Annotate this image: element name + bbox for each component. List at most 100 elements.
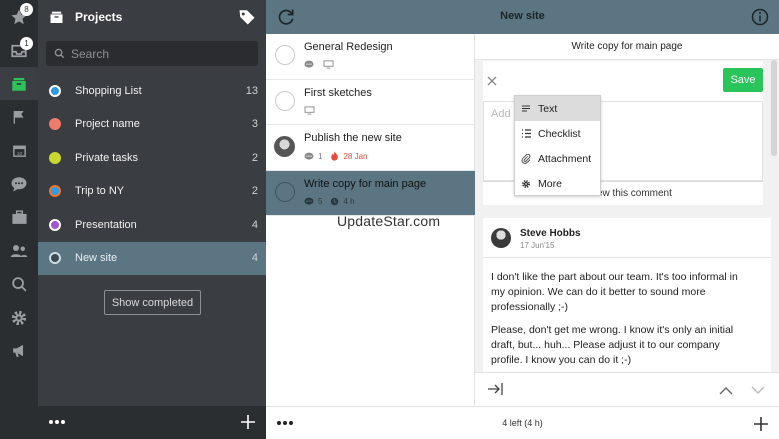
rail-search[interactable] <box>0 268 38 301</box>
text-lines-icon <box>521 105 531 112</box>
menu-item-label: Text <box>538 102 558 115</box>
task-meta: 5 4 h <box>304 197 355 206</box>
task-item-first-sketches[interactable]: First sketches <box>266 80 475 125</box>
assignee-avatar <box>274 136 295 157</box>
rail-projects[interactable] <box>0 67 38 100</box>
insert-menu: Text Checklist Attachment More <box>514 95 601 196</box>
detail-scrollbar[interactable] <box>771 60 777 156</box>
comment-author: Steve Hobbs <box>520 228 581 239</box>
menu-item-label: Checklist <box>538 127 581 140</box>
project-search[interactable] <box>46 41 258 66</box>
previous-task-button[interactable] <box>719 384 733 398</box>
project-item-presentation[interactable]: Presentation 4 <box>38 208 266 242</box>
paperclip-icon <box>521 153 531 164</box>
top-bar: New site <box>266 0 779 34</box>
close-editor-button[interactable] <box>487 75 497 89</box>
rail-work[interactable] <box>0 201 38 234</box>
menu-item-text[interactable]: Text <box>515 96 600 121</box>
project-count: 4 <box>251 218 258 231</box>
task-item-general-redesign[interactable]: General Redesign <box>266 34 475 80</box>
projects-header: Projects <box>38 0 266 34</box>
search-input[interactable] <box>71 46 241 61</box>
projects-title: Projects <box>75 10 123 24</box>
menu-item-label: More <box>538 177 562 190</box>
task-item-write-copy[interactable]: Write copy for main page 5 4 h <box>266 170 475 216</box>
task-checkbox[interactable] <box>275 181 295 202</box>
comment-body: I don't like the part about our team. It… <box>491 270 753 376</box>
comment-paragraph: Please, don't get me wrong. I know it's … <box>491 324 734 366</box>
due-date: 28 Jan <box>343 151 368 161</box>
people-icon <box>10 244 28 257</box>
task-title: Write copy for main page <box>304 177 427 190</box>
comment-icon <box>304 60 314 68</box>
checklist-icon <box>521 129 531 138</box>
show-completed-button[interactable]: Show completed <box>104 290 201 315</box>
info-button[interactable] <box>751 8 769 29</box>
nav-rail: 8 1 10 <box>0 0 38 439</box>
add-task-button[interactable] <box>753 416 769 435</box>
collapse-panel-button[interactable] <box>487 382 504 399</box>
projects-panel: Projects Shopping List 13 Project name 3… <box>38 0 266 439</box>
duration: 4 h <box>343 196 355 206</box>
comment-icon <box>304 197 314 205</box>
project-count: 4 <box>251 252 258 265</box>
divider <box>483 257 771 258</box>
rail-inbox[interactable]: 1 <box>0 34 38 67</box>
page-title: New site <box>500 10 545 22</box>
rail-calendar[interactable]: 10 <box>0 134 38 167</box>
clock-icon <box>331 197 339 205</box>
menu-item-more[interactable]: More <box>515 171 600 196</box>
projects-icon <box>12 77 26 91</box>
project-item-trip-to-ny[interactable]: Trip to NY 2 <box>38 175 266 209</box>
watermark-text: UpdateStar.com <box>337 213 441 229</box>
project-item-private-tasks[interactable]: Private tasks 2 <box>38 141 266 175</box>
project-name: New site <box>75 252 118 265</box>
more-dots-icon <box>49 420 65 424</box>
task-item-publish-the-new-site[interactable]: Publish the new site 1 28 Jan <box>266 125 475 171</box>
rail-settings[interactable] <box>0 301 38 334</box>
task-title: Publish the new site <box>304 132 402 144</box>
project-name: Trip to NY <box>75 185 125 198</box>
projects-footer <box>38 406 266 439</box>
project-count: 2 <box>251 151 258 164</box>
description-icon <box>304 105 315 115</box>
task-title: General Redesign <box>304 41 393 53</box>
project-item-project-name[interactable]: Project name 3 <box>38 108 266 142</box>
project-count: 3 <box>251 118 258 131</box>
comment-icon <box>304 152 314 160</box>
tag-button[interactable] <box>238 8 256 29</box>
rail-flags[interactable] <box>0 100 38 133</box>
project-count: 13 <box>245 84 258 97</box>
chevron-down-icon <box>751 386 765 394</box>
chat-icon <box>11 176 27 191</box>
rail-announcements[interactable] <box>0 334 38 367</box>
rail-people[interactable] <box>0 234 38 267</box>
task-checkbox[interactable] <box>275 90 295 111</box>
menu-item-checklist[interactable]: Checklist <box>515 121 600 146</box>
rail-chat[interactable] <box>0 167 38 200</box>
task-meta <box>304 105 315 115</box>
menu-item-attachment[interactable]: Attachment <box>515 146 600 171</box>
next-task-button[interactable] <box>751 384 765 398</box>
tasks-left-status: 4 left (4 h) <box>502 418 543 428</box>
plus-icon <box>241 415 255 429</box>
project-color-dot <box>49 185 61 198</box>
close-icon <box>487 76 497 86</box>
project-item-shopping-list[interactable]: Shopping List 13 <box>38 74 266 108</box>
save-button[interactable]: Save <box>723 68 763 92</box>
task-detail-panel: Write copy for main page Save Add Previe… <box>475 34 779 406</box>
project-list: Shopping List 13 Project name 3 Private … <box>38 74 266 275</box>
task-meta: 1 28 Jan <box>304 151 367 161</box>
projects-more-button[interactable] <box>48 415 66 432</box>
collapse-right-icon <box>488 383 503 395</box>
rail-favorites[interactable]: 8 <box>0 0 38 33</box>
task-checkbox[interactable] <box>275 45 295 65</box>
description-icon <box>323 60 334 69</box>
add-project-button[interactable] <box>240 414 256 433</box>
project-item-new-site[interactable]: New site 4 <box>38 241 266 275</box>
comment-paragraph: I don't like the part about our team. It… <box>491 271 738 313</box>
plus-icon <box>754 417 768 431</box>
comment-editor: Save Add Preview this comment Text Check… <box>483 61 763 205</box>
flag-icon <box>13 110 24 124</box>
tag-icon <box>239 10 255 25</box>
